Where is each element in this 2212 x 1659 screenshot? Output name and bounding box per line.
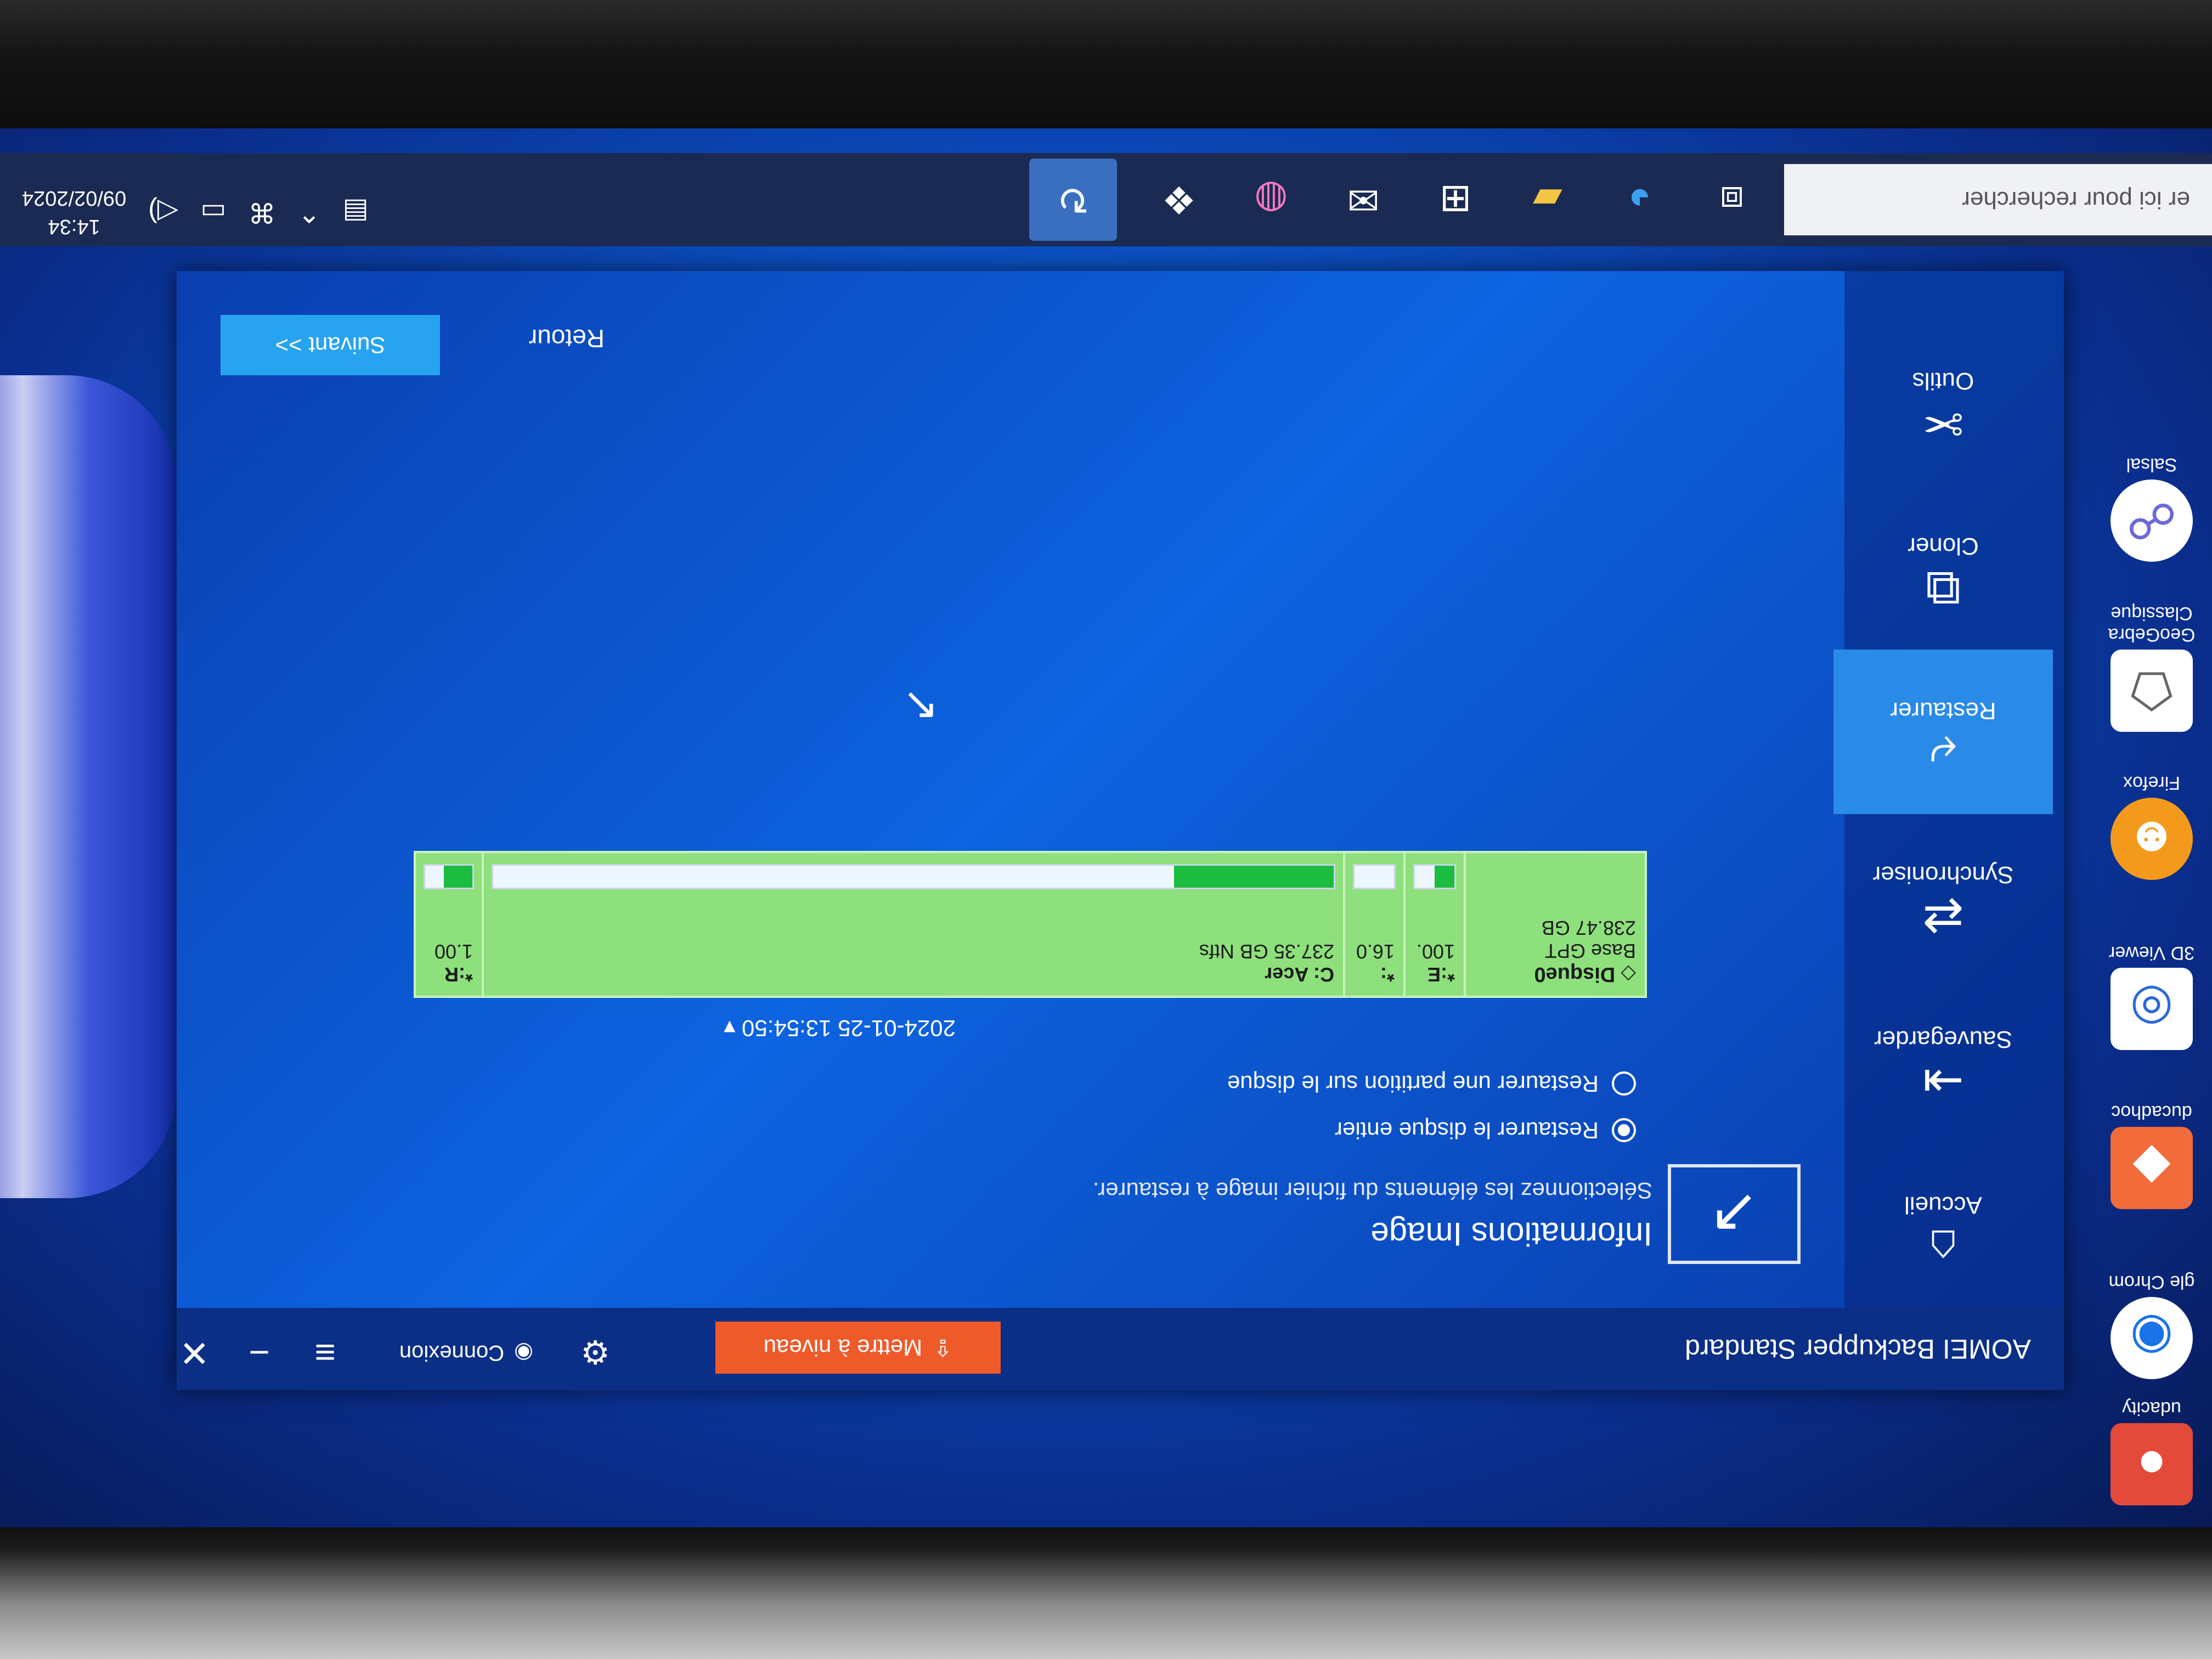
page-subtitle: Sélectionnez les éléments du fichier ima… [1092, 1178, 1652, 1204]
next-button[interactable]: Suivant >> [221, 315, 440, 375]
chrome-icon: ◉ [2111, 1297, 2193, 1379]
radio-unselected-icon [1612, 1071, 1636, 1096]
udacity-icon: ● [2111, 1423, 2193, 1505]
desktop-item-salsal[interactable]: ☍ Salsal [2097, 454, 2207, 562]
sidebar-item-outils[interactable]: ✂ Outils [1833, 320, 2053, 485]
backup-icon: ⇥ [1922, 1054, 1964, 1109]
file-explorer-icon[interactable]: ▰ [1517, 170, 1578, 230]
firefox-icon: ☻ [2111, 798, 2193, 880]
firefox-taskbar-icon[interactable]: ◍ [1241, 170, 1301, 230]
task-view-icon[interactable]: ⧈ [1702, 170, 1762, 230]
desktop-item-firefox[interactable]: ☻ Firefox [2097, 772, 2207, 880]
disk-icon: ◇ [1621, 963, 1636, 986]
salsal-icon: ☍ [2111, 479, 2193, 562]
upgrade-icon: ⇪ [933, 1335, 953, 1361]
page-title: Informations Image [1370, 1216, 1652, 1252]
restore-image-icon: ↗ [1668, 1164, 1801, 1264]
taskbar-icons: ⧈ ◕ ▰ ⊞ ✉ ◍ ❖ ↻ [1029, 159, 1762, 241]
aomei-taskbar-icon[interactable]: ↻ [1029, 159, 1117, 241]
back-button[interactable]: Retour [529, 324, 605, 353]
tools-icon: ✂ [1922, 396, 1964, 450]
backup-date-select[interactable]: 2024-01-25 13:54:50 ▾ [724, 1015, 956, 1042]
partition-usage-bar [1413, 864, 1456, 889]
desktop-item-geogebra[interactable]: ⬠ GeoGebra Classique [2097, 602, 2207, 732]
home-icon: ⌂ [1928, 1220, 1959, 1274]
disk-header: ◇ Disque0 Base GPT 238.47 GB [1464, 853, 1645, 996]
radio-selected-icon [1612, 1118, 1636, 1142]
notification-icon[interactable]: ▤ [342, 196, 368, 228]
sidebar-item-sauvegarder[interactable]: ⇥ Sauvegarder [1833, 979, 2053, 1143]
monitor-bezel-bottom [0, 0, 2212, 128]
radio-whole-disk[interactable]: Restaurer le disque entier [1335, 1117, 1636, 1143]
volume-icon[interactable]: ◁) [148, 196, 178, 228]
upgrade-button[interactable]: ⇪ Mettre à niveau [715, 1322, 1001, 1374]
title-bar: AOMEI Backupper Standard ⇪ Mettre à nivea… [177, 1308, 2064, 1390]
edge-icon[interactable]: ◕ [1610, 170, 1670, 230]
aomei-window: AOMEI Backupper Standard ⇪ Mettre à nivea… [177, 271, 2064, 1390]
partition-usage-bar [424, 864, 474, 889]
screen: ● udacity ◉ gle Chrom ◆ ducadhoc ◎ 3D Viewer… [0, 123, 2212, 1527]
clock[interactable]: 14:34 09/02/2024 [22, 184, 126, 241]
sidebar-item-synchroniser[interactable]: ⇄ Synchroniser [1833, 814, 2053, 979]
store-icon[interactable]: ⊞ [1425, 170, 1486, 230]
disk-map[interactable]: ◇ Disque0 Base GPT 238.47 GB *:E 100. *: 1… [414, 851, 1647, 998]
partition-c-acer[interactable]: C: Acer 237.35 GB Ntfs [482, 853, 1343, 996]
partition-usage-bar [1353, 864, 1396, 889]
chevron-up-icon[interactable]: ⌃ [298, 196, 321, 228]
usb-icon[interactable]: ⌘ [249, 196, 276, 228]
desktop-item-3d-viewer[interactable]: ◎ 3D Viewer [2097, 942, 2207, 1050]
ducadhoc-icon: ◆ [2111, 1127, 2193, 1209]
login-button[interactable]: ◉ Connexion [399, 1340, 533, 1365]
sidebar-item-cloner[interactable]: ⧉ Cloner [1833, 485, 2053, 650]
monitor-bezel-top [0, 1522, 2212, 1659]
sidebar: ⌂ Accueil ⇥ Sauvegarder ⇄ Synchroniser ⤶ Res… [1833, 271, 2064, 1308]
dropdown-arrow-icon: ▾ [724, 1015, 736, 1041]
partition-msr[interactable]: *: 16.0 [1343, 853, 1403, 996]
minimize-icon[interactable]: − [249, 1332, 270, 1374]
user-icon: ◉ [514, 1341, 533, 1365]
settings-icon[interactable]: ⚙ [580, 1333, 610, 1371]
sidebar-item-accueil[interactable]: ⌂ Accueil [1833, 1143, 2053, 1308]
partition-e[interactable]: *:E 100. [1403, 853, 1464, 996]
system-tray: ▤ ⌃ ⌘ ▭ ◁) 14:34 09/02/2024 [22, 184, 369, 241]
radio-partition[interactable]: Restaurer une partition sur le disque [1227, 1070, 1636, 1097]
desktop-item-udacity[interactable]: ● udacity [2097, 1397, 2207, 1505]
wallpaper-swoosh [0, 375, 177, 1198]
partition-r[interactable]: *:R 1.00 [416, 853, 482, 996]
taskbar: er ici pour rechercher ⧈ ◕ ▰ ⊞ ✉ ◍ ❖ ↻ ▤… [0, 153, 2212, 246]
photo-frame: ● udacity ◉ gle Chrom ◆ ducadhoc ◎ 3D Viewer… [0, 0, 2212, 1659]
3d-viewer-icon: ◎ [2111, 968, 2193, 1050]
clone-icon: ⧉ [1925, 561, 1961, 616]
mouse-cursor-icon: ↖ [902, 682, 939, 731]
desktop-icons: ● udacity ◉ gle Chrom ◆ ducadhoc ◎ 3D Viewer… [2091, 249, 2212, 1527]
battery-icon[interactable]: ▭ [200, 196, 226, 228]
menu-icon[interactable]: ≡ [314, 1332, 336, 1374]
restore-icon: ⤶ [1929, 726, 1957, 781]
taskbar-search[interactable]: er ici pour rechercher [1784, 164, 2212, 235]
content-panel: ↗ Informations Image Sélectionnez les él… [177, 271, 1844, 1308]
dropbox-icon[interactable]: ❖ [1149, 170, 1209, 230]
sync-icon: ⇄ [1922, 889, 1964, 944]
sidebar-item-restaurer[interactable]: ⤶ Restaurer [1833, 650, 2053, 814]
close-icon[interactable]: ✕ [179, 1331, 210, 1374]
desktop-item-ducadhoc[interactable]: ◆ ducadhoc [2097, 1101, 2207, 1209]
app-title: AOMEI Backupper Standard [1685, 1334, 2031, 1364]
desktop-item-chrome[interactable]: ◉ gle Chrom [2097, 1271, 2207, 1379]
partition-usage-bar [492, 864, 1335, 889]
geogebra-icon: ⬠ [2111, 650, 2193, 732]
mail-icon[interactable]: ✉ [1333, 170, 1393, 230]
